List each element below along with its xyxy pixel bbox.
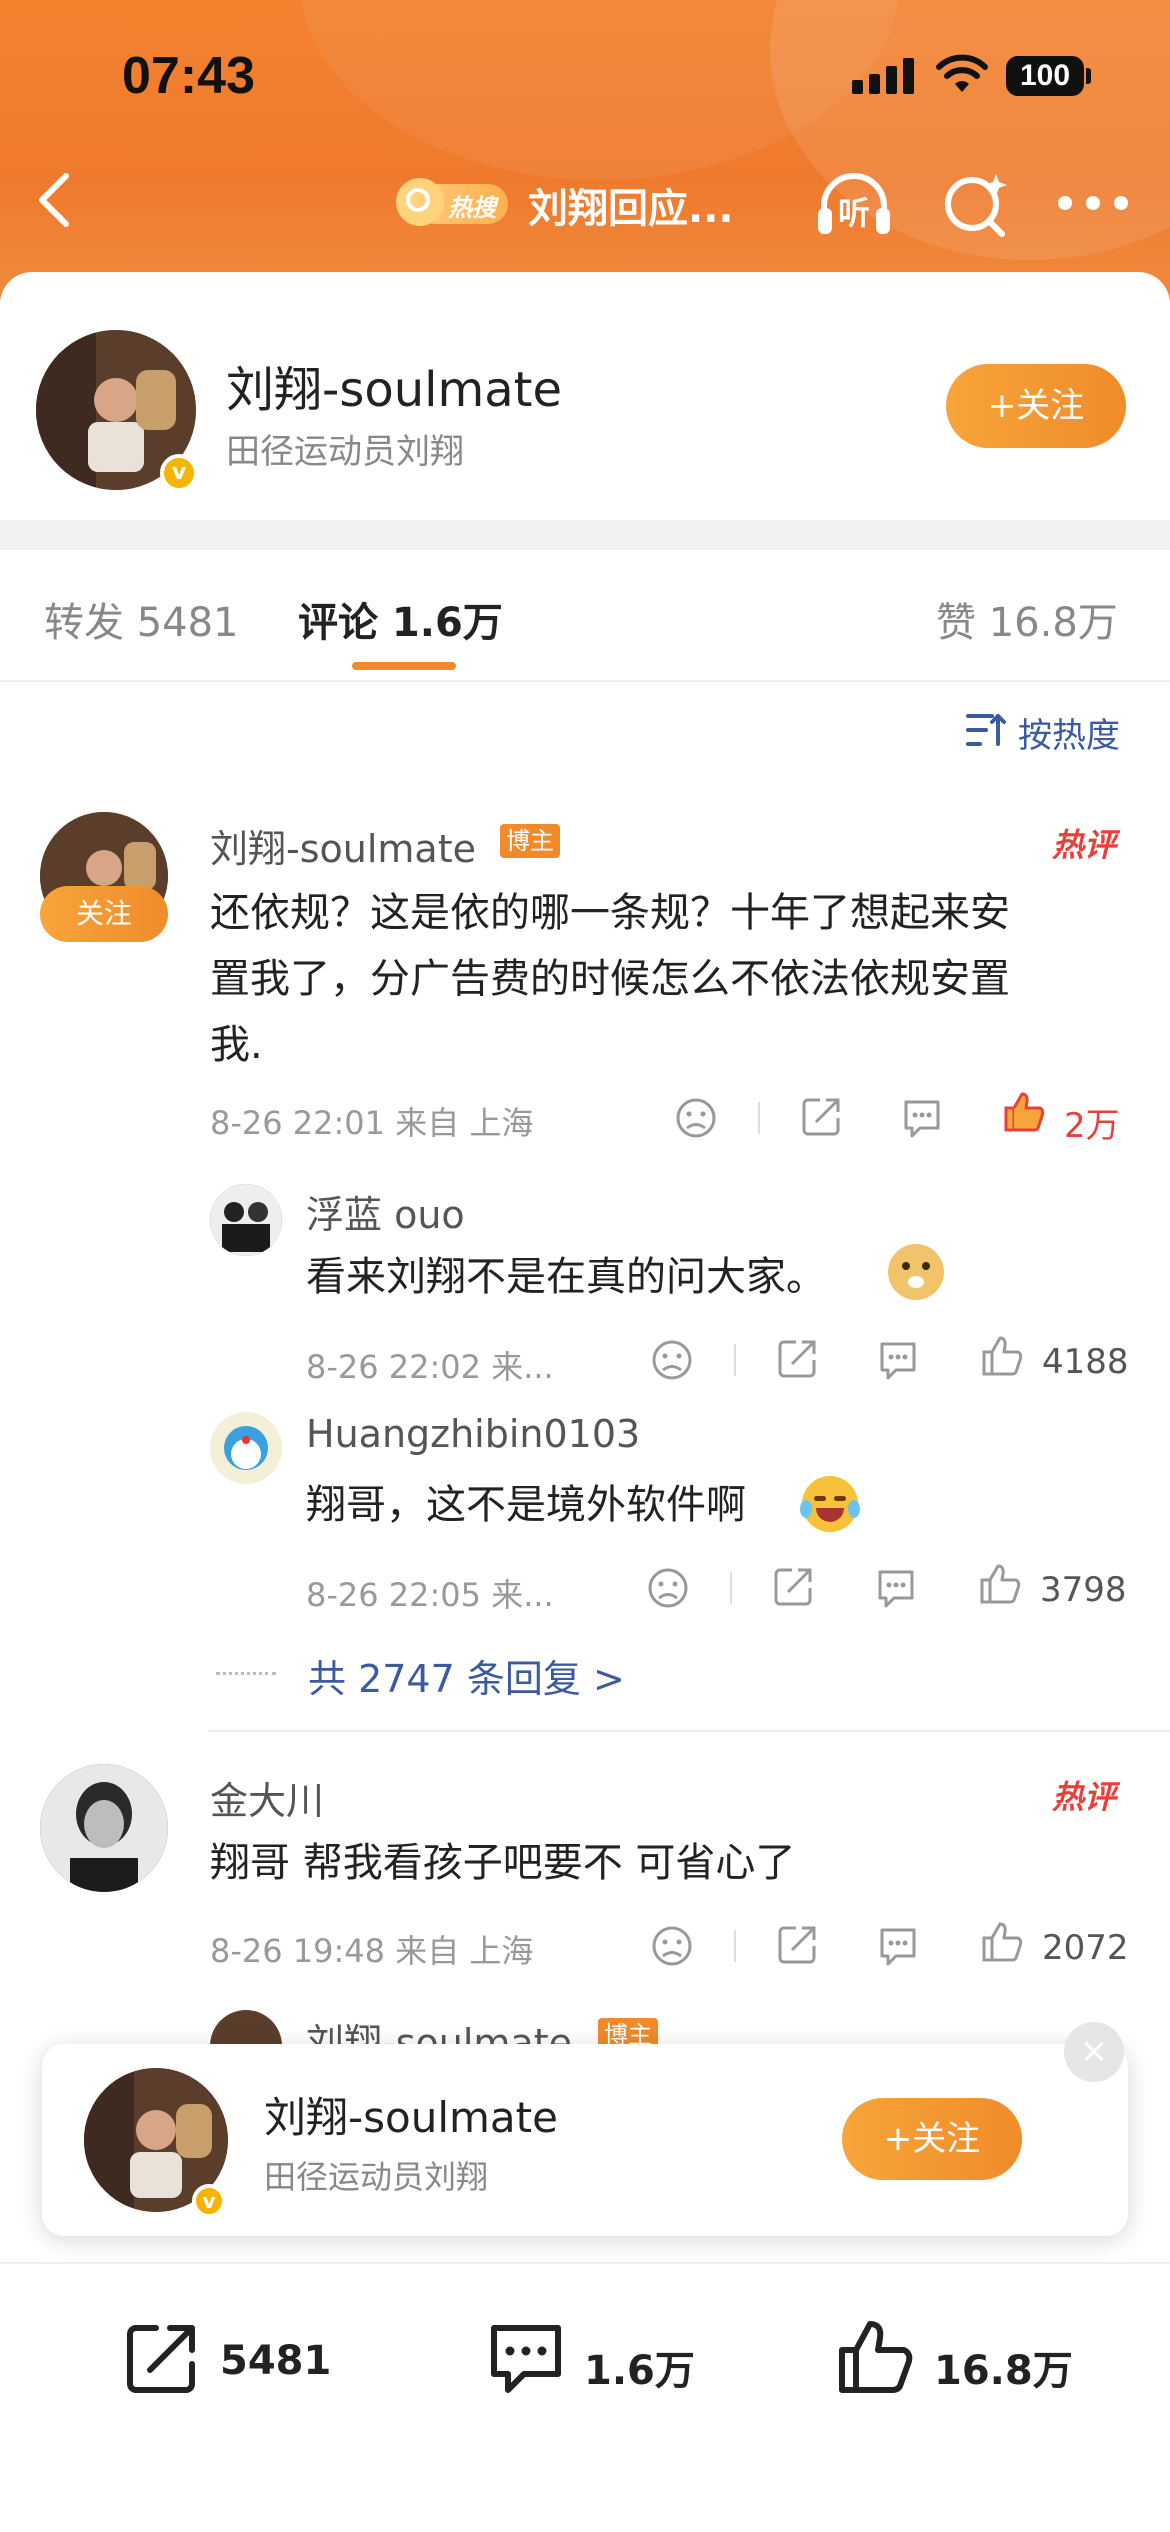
verified-icon: v <box>160 454 198 492</box>
comment-text: 翔哥 帮我看孩子吧要不 可省心了 <box>210 1840 796 1886</box>
repost-count: 5481 <box>220 2338 332 2384</box>
sort-label[interactable]: 按热度 <box>1018 708 1120 757</box>
author-name[interactable]: 刘翔-soulmate <box>226 350 562 420</box>
like-count: 4188 <box>1042 1342 1129 1382</box>
dislike-icon[interactable] <box>650 1924 694 1968</box>
comment-meta: 8-26 22:02 来... <box>306 1348 554 1386</box>
follow-button[interactable]: 关注 <box>40 886 168 942</box>
tab-bar: 转发 5481 评论 1.6万 赞 16.8万 <box>0 550 1170 682</box>
comment-icon[interactable] <box>876 1924 920 1968</box>
follow-button[interactable]: +关注 <box>842 2098 1022 2180</box>
repost-button[interactable]: 5481 <box>122 2318 342 2408</box>
author-subtitle: 田径运动员刘翔 <box>226 432 464 472</box>
search-icon <box>406 188 430 212</box>
author-card: v 刘翔-soulmate 田径运动员刘翔 +关注 <box>0 272 1170 520</box>
tab-repost[interactable]: 转发 5481 <box>44 590 239 648</box>
comment-text-line: 我. <box>210 1022 263 1068</box>
divider <box>734 1344 736 1376</box>
comment-divider <box>208 1730 1170 1732</box>
verified-icon: v <box>192 2184 226 2218</box>
follow-prompt-card: v 刘翔-soulmate 田径运动员刘翔 +关注 <box>42 2044 1128 2236</box>
signal-icon <box>852 58 916 94</box>
avatar[interactable] <box>40 1764 168 1892</box>
bottom-action-bar: 5481 1.6万 16.8万 <box>0 2262 1170 2532</box>
follow-button[interactable]: +关注 <box>946 364 1126 448</box>
comment-icon <box>491 2325 561 2393</box>
share-icon[interactable] <box>800 1094 844 1138</box>
battery-icon: 100 <box>1006 56 1084 96</box>
avatar[interactable] <box>210 1412 282 1484</box>
like-count: 2072 <box>1042 1928 1129 1968</box>
host-badge: 博主 <box>500 824 560 858</box>
dislike-icon[interactable] <box>646 1566 690 1610</box>
author-name[interactable]: 刘翔-soulmate <box>264 2084 558 2145</box>
comment-meta: 8-26 19:48 来自 上海 <box>210 1932 534 1970</box>
share-icon[interactable] <box>772 1564 816 1608</box>
reply-text: 翔哥，这不是境外软件啊 <box>306 1482 746 1528</box>
listen-label: 听 <box>838 194 871 232</box>
commenter-name[interactable]: 金大川 <box>210 1770 324 1825</box>
divider <box>730 1572 732 1604</box>
hot-comment-badge: 热评 <box>1052 826 1117 864</box>
close-icon[interactable]: × <box>1064 2022 1124 2082</box>
avatar[interactable] <box>210 1184 282 1256</box>
like-count: 2万 <box>1064 1106 1120 1146</box>
comment-meta: 8-26 22:01 来自 上海 <box>210 1104 534 1142</box>
comment-meta: 8-26 22:05 来... <box>306 1576 554 1614</box>
more-icon[interactable] <box>1058 196 1128 212</box>
comment-icon[interactable] <box>876 1338 920 1382</box>
laughing-emoji-icon <box>800 1476 860 1532</box>
comment-icon[interactable] <box>900 1096 944 1140</box>
like-icon[interactable] <box>978 1562 1022 1606</box>
author-subtitle: 田径运动员刘翔 <box>264 2158 489 2196</box>
like-count: 16.8万 <box>934 2348 1073 2394</box>
sort-icon[interactable] <box>966 712 1006 748</box>
comment-text-line: 还依规？这是依的哪一条规？十年了想起来安 <box>210 890 1010 936</box>
commenter-name[interactable]: 浮蓝 ouo <box>306 1184 465 1239</box>
dislike-icon[interactable] <box>674 1096 718 1140</box>
like-icon[interactable] <box>1002 1090 1046 1134</box>
headphones-icon[interactable]: 听 <box>812 168 896 238</box>
section-divider <box>0 520 1170 550</box>
comment-button[interactable]: 1.6万 <box>486 2318 706 2408</box>
back-icon[interactable] <box>30 170 80 230</box>
tab-indicator <box>352 662 456 670</box>
share-icon[interactable] <box>776 1336 820 1380</box>
like-icon[interactable] <box>980 1920 1024 1964</box>
tab-like[interactable]: 赞 16.8万 <box>936 590 1118 648</box>
commenter-name[interactable]: 刘翔-soulmate <box>210 818 476 873</box>
tab-comment[interactable]: 评论 1.6万 <box>298 590 503 648</box>
replies-dots <box>216 1672 276 1675</box>
hot-comment-badge: 热评 <box>1052 1778 1117 1816</box>
doge-emoji-icon <box>888 1244 944 1300</box>
page-title[interactable]: 刘翔回应... <box>528 176 734 234</box>
header: 07:43 100 热搜 刘翔回应... 听 <box>0 0 1170 300</box>
battery-tip <box>1086 68 1091 84</box>
like-count: 3798 <box>1040 1570 1127 1610</box>
status-time: 07:43 <box>122 47 255 105</box>
comment-text-line: 置我了，分广告费的时候怎么不依法依规安置 <box>210 956 1010 1002</box>
dislike-icon[interactable] <box>650 1338 694 1382</box>
like-icon <box>839 2321 913 2393</box>
wifi-icon <box>936 54 988 92</box>
divider <box>734 1930 736 1962</box>
search-icon[interactable] <box>940 170 1010 240</box>
share-icon <box>127 2325 195 2393</box>
more-replies-link[interactable]: 共 2747 条回复 > <box>308 1648 625 1703</box>
like-button[interactable]: 16.8万 <box>836 2318 1096 2408</box>
hot-search-badge[interactable]: 热搜 <box>396 176 508 228</box>
commenter-name[interactable]: Huangzhibin0103 <box>306 1412 640 1456</box>
divider <box>758 1102 760 1134</box>
like-icon[interactable] <box>980 1334 1024 1378</box>
comment-icon[interactable] <box>874 1566 918 1610</box>
comment-count: 1.6万 <box>584 2348 695 2394</box>
share-icon[interactable] <box>776 1922 820 1966</box>
reply-text: 看来刘翔不是在真的问大家。 <box>306 1254 826 1300</box>
